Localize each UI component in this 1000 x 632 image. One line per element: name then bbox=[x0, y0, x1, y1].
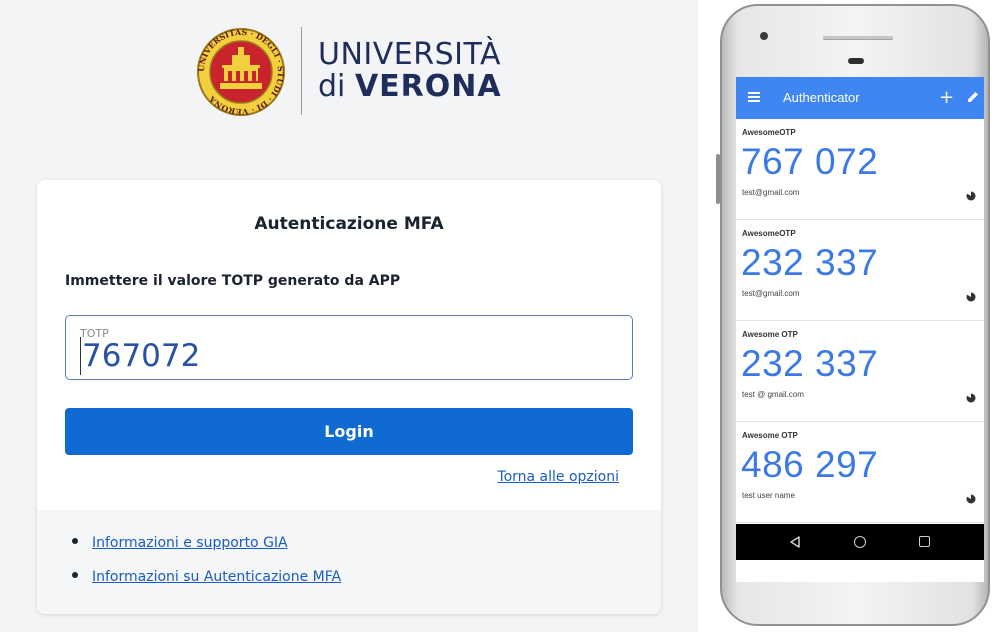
earpiece bbox=[848, 58, 864, 64]
nav-recent-icon[interactable] bbox=[919, 536, 930, 547]
account-list: AwesomeOTP 767 072 test@gmail.com Awesom… bbox=[736, 119, 984, 523]
mfa-card: Autenticazione MFA Immettere il valore T… bbox=[37, 180, 661, 614]
otp-code: 232 337 bbox=[741, 242, 879, 283]
account-issuer: Awesome OTP bbox=[742, 431, 798, 440]
account-user: test @ gmail.com bbox=[742, 390, 804, 399]
menu-icon[interactable] bbox=[748, 92, 760, 102]
phone-side-button bbox=[716, 154, 720, 204]
edit-icon[interactable] bbox=[965, 89, 981, 105]
list-item: Informazioni e supporto GIA bbox=[70, 532, 341, 566]
camera-icon bbox=[760, 32, 768, 40]
account-issuer: AwesomeOTP bbox=[742, 229, 796, 238]
account-user: test@gmail.com bbox=[742, 188, 800, 197]
account-issuer: Awesome OTP bbox=[742, 330, 798, 339]
logo-divider bbox=[301, 27, 302, 115]
university-seal-icon: UNIVERSITAS · DEGLI · STUDI · DI · VERON… bbox=[196, 27, 286, 117]
university-name: UNIVERSITÀ di VERONA bbox=[318, 39, 502, 103]
mfa-info-link[interactable]: Informazioni su Autenticazione MFA bbox=[92, 569, 341, 585]
list-item[interactable]: AwesomeOTP 767 072 test@gmail.com bbox=[736, 119, 984, 220]
app-bar: Authenticator + bbox=[736, 77, 984, 119]
timer-icon bbox=[966, 292, 976, 302]
otp-code: 232 337 bbox=[741, 343, 879, 384]
totp-instruction: Immettere il valore TOTP generato da APP bbox=[65, 273, 401, 289]
account-user: test@gmail.com bbox=[742, 289, 800, 298]
speaker-grille bbox=[823, 36, 893, 39]
nav-back-icon[interactable] bbox=[788, 535, 802, 549]
add-icon[interactable]: + bbox=[939, 87, 954, 108]
account-user: test user name bbox=[742, 491, 795, 500]
account-issuer: AwesomeOTP bbox=[742, 128, 796, 137]
timer-icon bbox=[966, 393, 976, 403]
list-item[interactable]: Awesome OTP 486 297 test user name bbox=[736, 422, 984, 523]
nav-home-icon[interactable] bbox=[854, 536, 866, 548]
timer-icon bbox=[966, 191, 976, 201]
phone-screen: Authenticator + AwesomeOTP 767 072 test@… bbox=[736, 77, 984, 582]
back-to-options-link[interactable]: Torna alle opzioni bbox=[497, 469, 619, 485]
university-name-city: VERONA bbox=[354, 69, 502, 104]
android-nav-bar bbox=[736, 524, 984, 560]
university-name-line2: di VERONA bbox=[318, 71, 502, 103]
help-links-list: Informazioni e supporto GIA Informazioni… bbox=[70, 532, 341, 600]
phone-mockup: Authenticator + AwesomeOTP 767 072 test@… bbox=[716, 4, 990, 626]
university-logo: UNIVERSITAS · DEGLI · STUDI · DI · VERON… bbox=[196, 27, 516, 117]
list-item: Informazioni su Autenticazione MFA bbox=[70, 566, 341, 600]
list-item[interactable]: AwesomeOTP 232 337 test@gmail.com bbox=[736, 220, 984, 321]
totp-input[interactable]: TOTP 767072 bbox=[65, 315, 633, 380]
login-page: UNIVERSITAS · DEGLI · STUDI · DI · VERON… bbox=[0, 0, 698, 632]
list-item[interactable]: Awesome OTP 232 337 test @ gmail.com bbox=[736, 321, 984, 422]
login-button[interactable]: Login bbox=[65, 408, 633, 455]
university-name-prefix: di bbox=[318, 69, 346, 104]
otp-code: 486 297 bbox=[741, 444, 879, 485]
page-title: Autenticazione MFA bbox=[254, 214, 444, 234]
support-info-link[interactable]: Informazioni e supporto GIA bbox=[92, 535, 288, 551]
otp-code: 767 072 bbox=[741, 141, 879, 182]
totp-value[interactable]: 767072 bbox=[80, 337, 200, 375]
app-title: Authenticator bbox=[783, 90, 860, 105]
card-footer: Informazioni e supporto GIA Informazioni… bbox=[37, 510, 661, 614]
university-name-line1: UNIVERSITÀ bbox=[318, 37, 501, 72]
timer-icon bbox=[966, 494, 976, 504]
